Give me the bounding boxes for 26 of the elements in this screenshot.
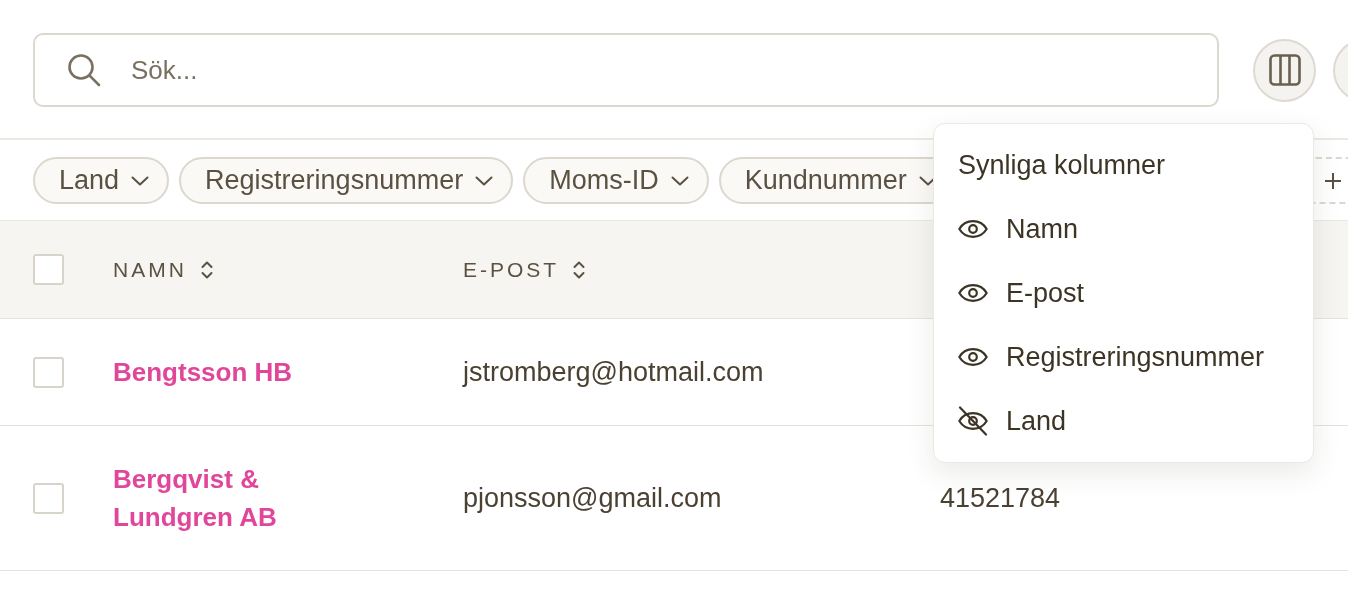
search-field[interactable]: Sök... [33,33,1219,107]
column-toggle[interactable]: E-post [934,261,1313,325]
select-all-checkbox[interactable] [33,254,64,285]
filter-chip[interactable]: Moms-ID [523,157,709,204]
chevron-down-icon [131,175,150,186]
column-header[interactable]: NAMN [113,257,213,282]
column-toggle[interactable]: Land [934,389,1313,453]
email-cell: jstromberg@hotmail.com [463,357,764,387]
chevron-down-icon [670,175,689,186]
menu-title: Synliga kolumner [958,149,1166,182]
row-checkbox[interactable] [33,356,64,388]
sort-icon [200,259,213,280]
columns-icon [1268,54,1301,86]
sort-icon [573,259,586,280]
chevron-down-icon [475,175,494,186]
filter-chip[interactable]: Registreringsnummer [179,157,514,204]
search-icon [67,53,101,87]
column-header[interactable]: E-POST [463,257,586,282]
email-cell: pjonsson@gmail.com [463,483,722,513]
company-name-link[interactable]: Bengtsson HB [113,353,293,391]
column-toggle[interactable]: Registreringsnummer [934,325,1313,389]
filter-chip[interactable]: Land [33,157,170,204]
company-name-link[interactable]: Bergqvist & Lundgren AB [113,460,353,536]
row-checkbox[interactable] [33,482,64,514]
table-cell: 41521784 [940,483,1061,513]
plus-icon [1325,172,1341,189]
